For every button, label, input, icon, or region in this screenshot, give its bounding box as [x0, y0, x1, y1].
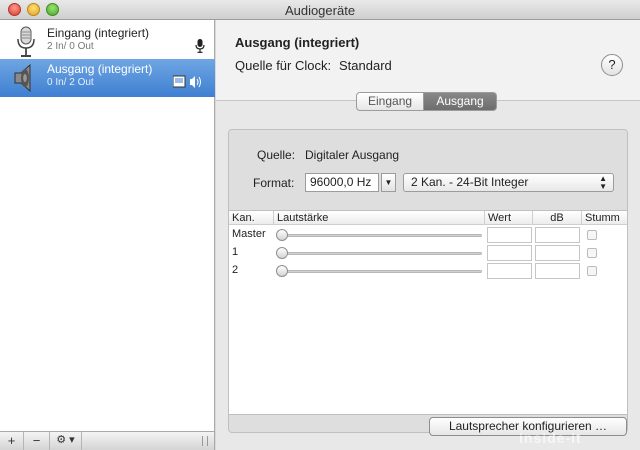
- device-title: Ausgang (integriert): [235, 35, 360, 50]
- tab-output[interactable]: Ausgang: [424, 92, 497, 111]
- channel-label: Master: [232, 228, 266, 240]
- device-list: Eingang (integriert) 2 In/ 0 Out Ausgang…: [0, 20, 215, 431]
- source-label: Quelle:: [257, 148, 296, 162]
- mute-checkbox[interactable]: [587, 248, 597, 258]
- volume-slider[interactable]: [279, 252, 482, 255]
- volume-slider-knob[interactable]: [276, 229, 288, 241]
- mute-checkbox[interactable]: [587, 230, 597, 240]
- db-field[interactable]: [535, 227, 580, 243]
- add-device-button[interactable]: +: [0, 432, 24, 450]
- clock-source-value: Standard: [339, 58, 392, 73]
- sidebar-toolbar: + − ⚙ ▾: [0, 431, 215, 450]
- title-bar: Audiogeräte: [0, 0, 640, 20]
- column-header-channel[interactable]: Kan.: [229, 211, 274, 225]
- column-header-mute[interactable]: Stumm: [582, 211, 627, 225]
- select-arrows-icon: ▲ ▼: [599, 174, 607, 191]
- db-field[interactable]: [535, 263, 580, 279]
- device-header: Ausgang (integriert) Quelle für Clock: S…: [216, 20, 640, 101]
- table-row: 2: [229, 262, 627, 280]
- volume-slider[interactable]: [279, 234, 482, 237]
- input-microphone-icon: [195, 39, 205, 53]
- volume-slider-knob[interactable]: [276, 247, 288, 259]
- db-field[interactable]: [535, 245, 580, 261]
- channel-label: 1: [232, 246, 239, 258]
- value-field[interactable]: [487, 227, 532, 243]
- tab-input[interactable]: Eingang: [356, 92, 424, 111]
- tab-bar: Eingang Ausgang: [356, 92, 497, 111]
- column-header-db[interactable]: dB: [533, 211, 582, 225]
- table-row: Master: [229, 226, 627, 244]
- volume-table: Kan. Lautstärke Wert dB Stumm Master 1 2: [229, 210, 627, 415]
- clock-source-label: Quelle für Clock:: [235, 58, 332, 73]
- device-io: 2 In/ 0 Out: [47, 41, 94, 52]
- value-field[interactable]: [487, 263, 532, 279]
- sample-rate-field[interactable]: 96000,0 Hz: [305, 173, 379, 192]
- help-button[interactable]: ?: [601, 54, 623, 76]
- volume-slider-knob[interactable]: [276, 265, 288, 277]
- sample-rate-dropdown-button[interactable]: ▼: [381, 173, 396, 192]
- device-detail-pane: Ausgang (integriert) Quelle für Clock: S…: [216, 20, 640, 450]
- column-header-volume[interactable]: Lautstärke: [274, 211, 485, 225]
- device-io: 0 In/ 2 Out: [47, 77, 94, 88]
- device-name: Ausgang (integriert): [47, 62, 153, 76]
- remove-device-button[interactable]: −: [24, 432, 50, 450]
- volume-slider[interactable]: [279, 270, 482, 273]
- channel-label: 2: [232, 264, 239, 276]
- window-title: Audiogeräte: [284, 3, 356, 18]
- speaker-icon: [14, 63, 31, 93]
- resize-grip[interactable]: [202, 436, 208, 446]
- output-badges-icon: [173, 75, 201, 88]
- table-row: 1: [229, 244, 627, 262]
- channel-format-value: 2 Kan. - 24-Bit Integer: [411, 175, 529, 189]
- source-value: Digitaler Ausgang: [305, 148, 400, 162]
- microphone-icon: [17, 26, 35, 57]
- column-header-value[interactable]: Wert: [485, 211, 533, 225]
- watermark: inside-it: [519, 430, 582, 446]
- device-item-output[interactable]: Ausgang (integriert) 0 In/ 2 Out: [0, 59, 215, 97]
- channel-format-select[interactable]: 2 Kan. - 24-Bit Integer ▲ ▼: [403, 173, 614, 192]
- gear-menu-button[interactable]: ⚙ ▾: [50, 432, 82, 450]
- device-name: Eingang (integriert): [47, 26, 150, 40]
- output-panel: Quelle: Digitaler Ausgang Format: 96000,…: [228, 129, 628, 433]
- value-field[interactable]: [487, 245, 532, 261]
- format-label: Format:: [253, 176, 295, 190]
- device-item-input[interactable]: Eingang (integriert) 2 In/ 0 Out: [0, 23, 215, 61]
- mute-checkbox[interactable]: [587, 266, 597, 276]
